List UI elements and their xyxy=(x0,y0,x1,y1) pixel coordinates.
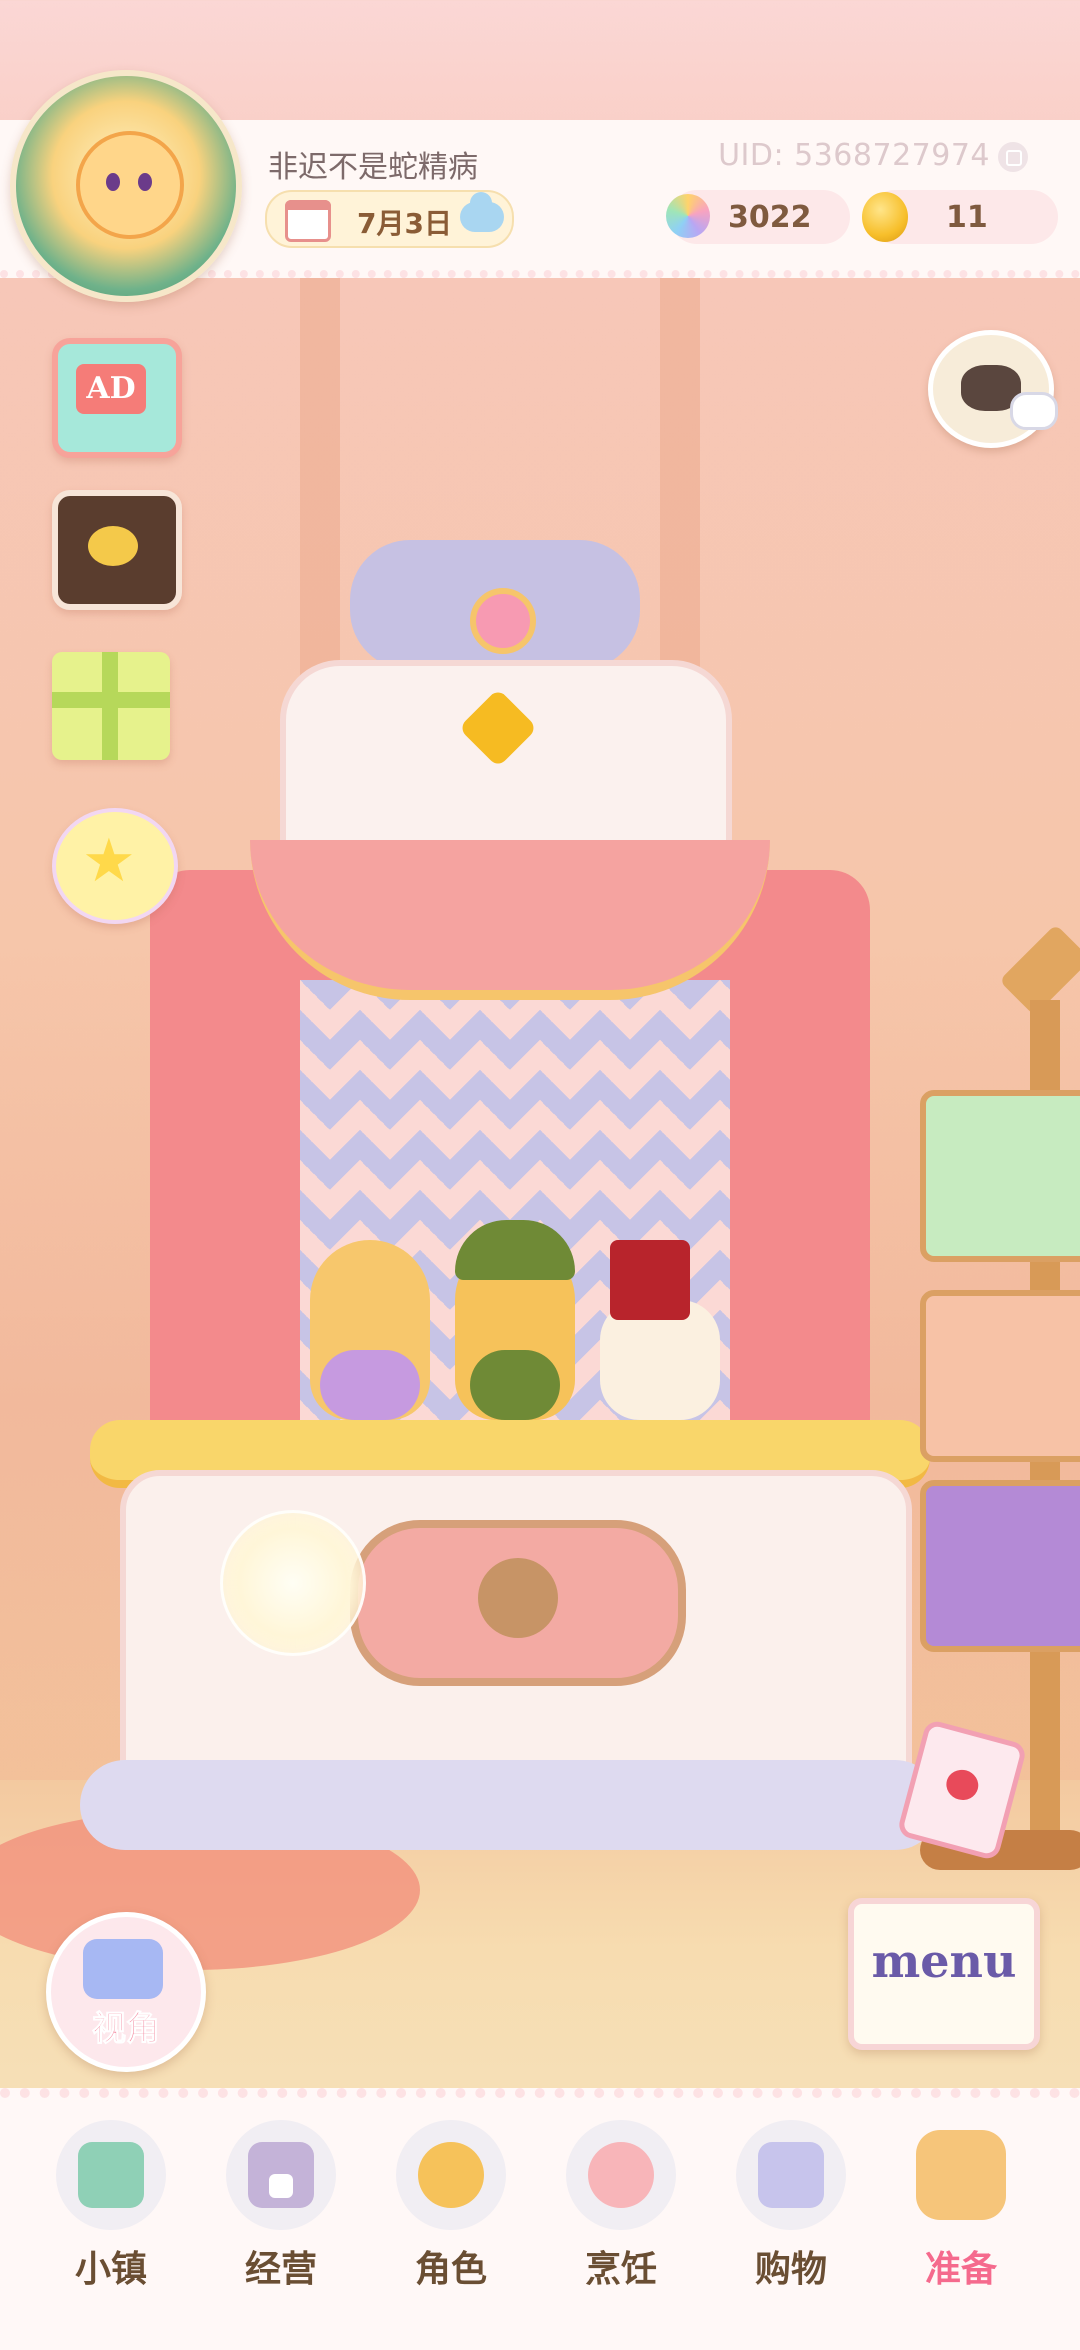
top-header: 非迟不是蛇精病 UID: 5368727974 7月3日 3022 11 xyxy=(0,0,1080,302)
view-label: 视角 xyxy=(92,2009,161,2050)
picnic-basket-icon xyxy=(886,2100,1036,2250)
video-camera-icon xyxy=(83,1939,163,1999)
copy-icon[interactable] xyxy=(998,142,1028,172)
cake-emblem xyxy=(350,1520,686,1686)
top-hat-icon xyxy=(226,2120,336,2230)
cake-stage[interactable] xyxy=(80,540,940,1880)
curtain-valance xyxy=(250,840,770,1000)
player-name: 非迟不是蛇精病 xyxy=(268,150,478,185)
nav-item-prepare[interactable]: 准备 xyxy=(886,2120,1036,2320)
nav-item-town[interactable]: 小镇 xyxy=(36,2120,186,2320)
character-hatter[interactable] xyxy=(600,1240,720,1420)
cake-base xyxy=(80,1760,940,1850)
date-text: 7月3日 xyxy=(357,207,452,240)
shelf-book-purple xyxy=(920,1480,1080,1652)
shelf-book-green xyxy=(920,1090,1080,1262)
star-event-button[interactable] xyxy=(52,808,178,924)
character-ranger[interactable] xyxy=(455,1220,575,1420)
coin-counter[interactable]: 11 xyxy=(862,190,1058,244)
sparkle-glow[interactable] xyxy=(220,1510,366,1656)
town-map-icon xyxy=(56,2120,166,2230)
nav-label: 经营 xyxy=(244,2249,317,2290)
rainbow-gem-icon xyxy=(666,194,710,238)
avatar-face xyxy=(76,131,184,239)
nav-label: 准备 xyxy=(924,2249,997,2290)
player-avatar[interactable] xyxy=(10,70,242,302)
nav-item-characters[interactable]: 角色 xyxy=(376,2120,526,2320)
nav-item-cooking[interactable]: 烹饪 xyxy=(546,2120,696,2320)
gift-box-button[interactable] xyxy=(52,652,170,760)
treasure-chest-button[interactable] xyxy=(52,490,182,610)
gold-coin-icon xyxy=(862,192,908,242)
ad-tv-button[interactable]: AD xyxy=(52,338,182,458)
gem-counter[interactable]: 3022 xyxy=(666,190,850,244)
lock-icon xyxy=(269,2174,293,2198)
nav-item-shopping[interactable]: 购物 xyxy=(716,2120,866,2320)
gem-count: 3022 xyxy=(728,200,812,235)
player-uid: UID: 5368727974 xyxy=(718,138,990,173)
bow-gem xyxy=(470,588,536,654)
calendar-icon xyxy=(285,200,331,242)
sandwich-icon xyxy=(566,2120,676,2230)
bottom-nav: 小镇 经营 角色 烹饪 购物 准备 xyxy=(0,2088,1080,2350)
character-icon xyxy=(396,2120,506,2230)
weather-cloud-icon xyxy=(460,192,504,232)
nav-label: 角色 xyxy=(414,2249,487,2290)
coin-count: 11 xyxy=(946,200,988,235)
shelf-book-peach xyxy=(920,1290,1080,1462)
nav-label: 购物 xyxy=(754,2249,827,2290)
cat-chat-button[interactable] xyxy=(928,330,1054,448)
avatar-eye xyxy=(138,173,152,191)
character-princess[interactable] xyxy=(310,1240,430,1420)
chat-bubble-icon xyxy=(1010,392,1058,430)
shopping-bag-icon xyxy=(736,2120,846,2230)
nav-label: 小镇 xyxy=(74,2249,147,2290)
date-pill[interactable]: 7月3日 xyxy=(265,190,514,248)
menu-book-button[interactable]: menu xyxy=(848,1898,1040,2050)
ad-label: AD xyxy=(76,364,146,414)
nav-label: 烹饪 xyxy=(584,2249,657,2290)
avatar-eye xyxy=(106,173,120,191)
menu-label: menu xyxy=(871,1934,1017,1988)
nav-item-business[interactable]: 经营 xyxy=(206,2120,356,2320)
camera-view-button[interactable]: 视角 xyxy=(46,1912,206,2072)
